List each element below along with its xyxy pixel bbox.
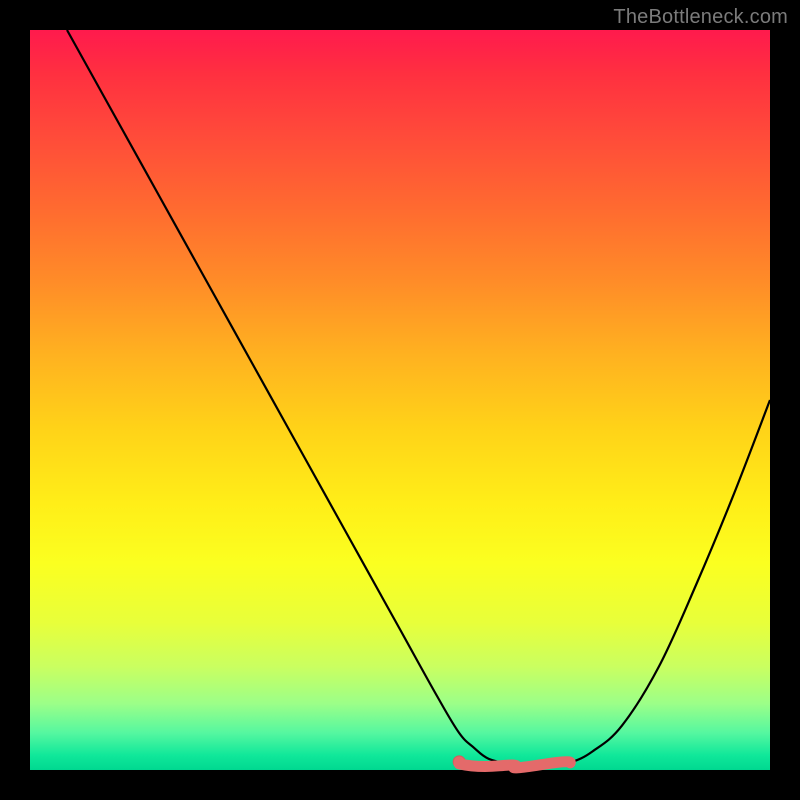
plot-area [30, 30, 770, 770]
flat-region-stroke [459, 762, 570, 768]
bottleneck-curve-path [67, 30, 770, 767]
curve-svg [30, 30, 770, 770]
watermark-text: TheBottleneck.com [613, 6, 788, 29]
chart-frame: TheBottleneck.com [0, 0, 800, 800]
